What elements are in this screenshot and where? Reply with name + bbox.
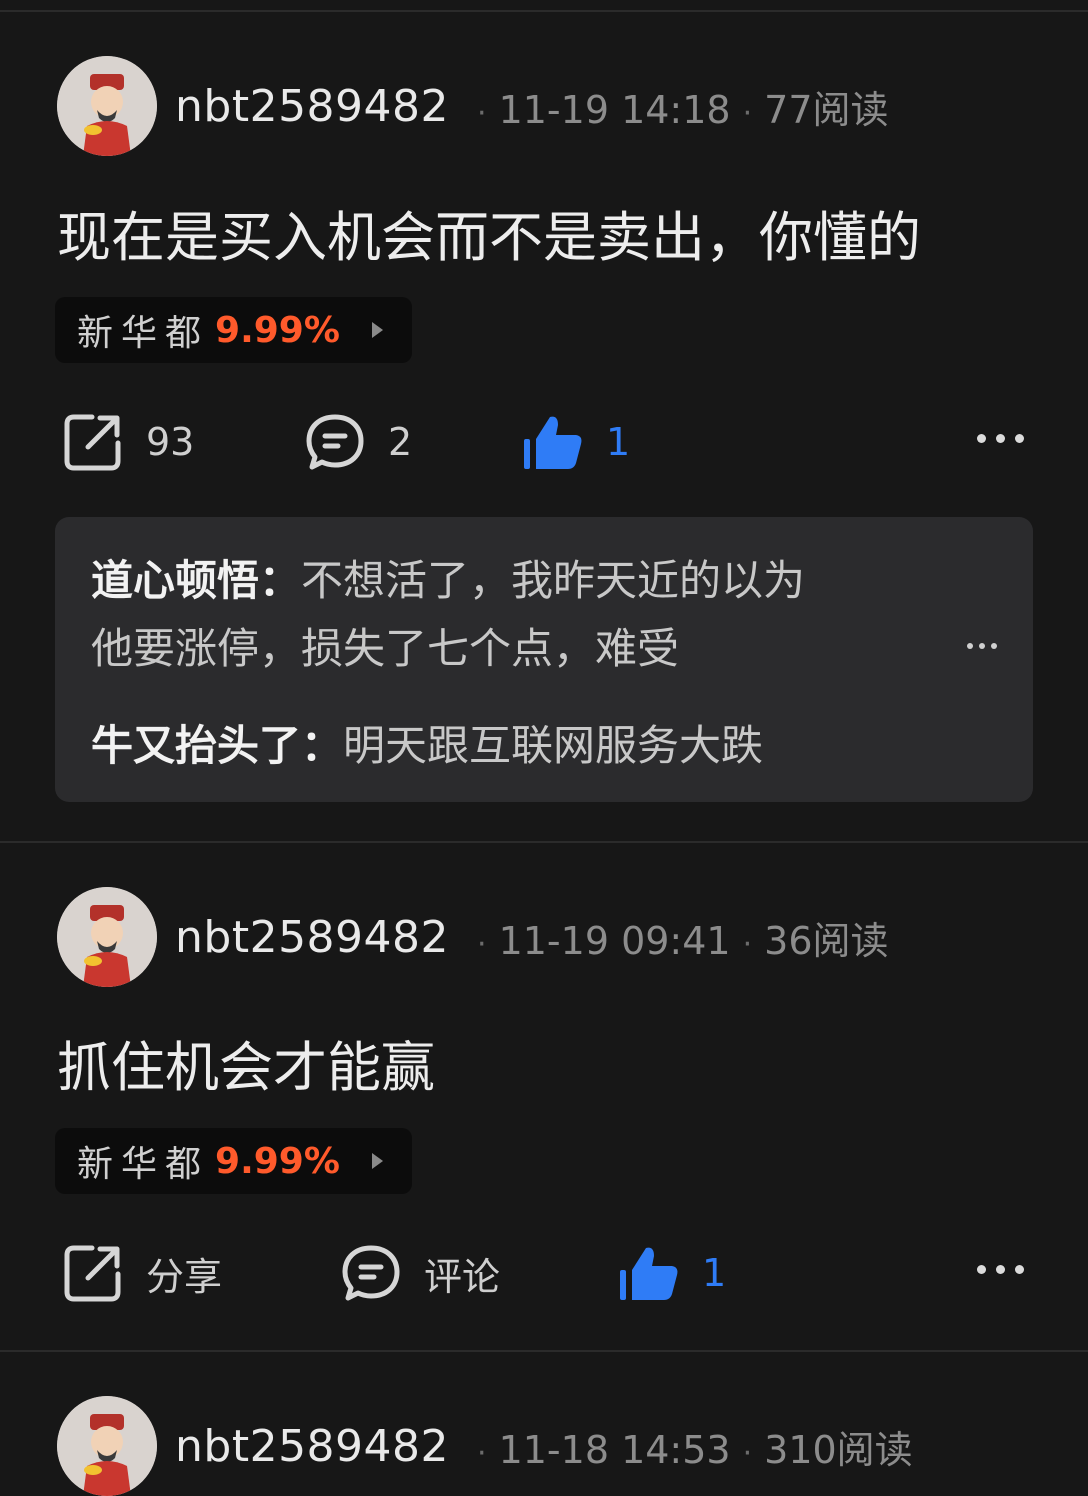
like-button[interactable]: 1 bbox=[618, 1233, 726, 1313]
comment-line: 牛又抬头了：明天跟互联网服务大跌 bbox=[91, 712, 763, 773]
comment-text: 明天跟互联网服务大跌 bbox=[343, 721, 764, 770]
post-header: nbt2589482 · 11-18 14:53 · 310阅读 bbox=[57, 1396, 913, 1496]
post-meta: · 11-19 14:18 · 77阅读 bbox=[477, 87, 889, 132]
stock-tag[interactable]: 新华都 9.99% bbox=[55, 297, 412, 363]
more-icon[interactable] bbox=[977, 1265, 1024, 1274]
post-time: 11-18 14:53 bbox=[498, 1427, 731, 1472]
comment-icon bbox=[342, 1245, 400, 1301]
author-name[interactable]: nbt2589482 bbox=[175, 81, 449, 132]
read-count: 77阅读 bbox=[764, 87, 889, 132]
comment-preview[interactable]: 道心顿悟：不想活了，我昨天近的以为 他要涨停，损失了七个点，难受 牛又抬头了：明… bbox=[55, 517, 1033, 802]
avatar[interactable] bbox=[57, 1396, 157, 1496]
stock-tag[interactable]: 新华都 9.99% bbox=[55, 1128, 412, 1194]
post-content[interactable]: 抓住机会才能赢 bbox=[57, 1023, 435, 1102]
like-count: 1 bbox=[702, 1251, 727, 1295]
post-meta: · 11-19 09:41 · 36阅读 bbox=[477, 918, 889, 963]
share-count: 93 bbox=[146, 420, 195, 464]
post-header: nbt2589482 · 11-19 14:18 · 77阅读 bbox=[57, 56, 889, 156]
share-icon bbox=[64, 1245, 121, 1302]
more-icon[interactable] bbox=[977, 434, 1024, 443]
post-meta: · 11-18 14:53 · 310阅读 bbox=[477, 1427, 913, 1472]
caishen-avatar-icon bbox=[57, 887, 157, 987]
comment-label: 评论 bbox=[424, 1254, 501, 1299]
post-header: nbt2589482 · 11-19 09:41 · 36阅读 bbox=[57, 887, 889, 987]
like-button[interactable]: 1 bbox=[522, 402, 630, 482]
comment-count: 2 bbox=[388, 420, 413, 464]
post-time: 11-19 09:41 bbox=[498, 918, 731, 963]
caishen-avatar-icon bbox=[57, 1396, 157, 1496]
stock-name: 新华都 bbox=[77, 313, 210, 354]
action-bar: 93 2 1 bbox=[0, 402, 1088, 482]
share-button[interactable]: 93 bbox=[62, 402, 194, 482]
comment-text: 他要涨停，损失了七个点，难受 bbox=[91, 624, 680, 673]
post-content[interactable]: 现在是买入机会而不是卖出，你懂的 bbox=[57, 193, 921, 272]
share-label: 分享 bbox=[146, 1254, 223, 1299]
comment-icon bbox=[306, 414, 364, 470]
avatar[interactable] bbox=[57, 56, 157, 156]
stock-change: 9.99% bbox=[215, 309, 340, 351]
chevron-right-icon bbox=[371, 1153, 383, 1169]
expand-icon[interactable] bbox=[967, 643, 997, 649]
comment-line: 道心顿悟：不想活了，我昨天近的以为 bbox=[91, 547, 805, 608]
comment-button[interactable]: 评论 bbox=[340, 1233, 500, 1313]
stock-change: 9.99% bbox=[215, 1140, 340, 1182]
post-card[interactable]: nbt2589482 · 11-19 14:18 · 77阅读 现在是买入机会而不是卖… bbox=[0, 0, 1088, 842]
share-icon bbox=[64, 414, 121, 471]
commenter-name[interactable]: 道心顿悟： bbox=[91, 556, 301, 605]
thumbs-up-icon bbox=[620, 1247, 678, 1300]
action-bar: 分享 评论 1 bbox=[0, 1233, 1088, 1313]
read-count: 310阅读 bbox=[764, 1427, 913, 1472]
comment-button[interactable]: 2 bbox=[304, 402, 412, 482]
comment-line: 他要涨停，损失了七个点，难受 bbox=[91, 615, 679, 676]
chevron-right-icon bbox=[371, 322, 383, 338]
read-count: 36阅读 bbox=[764, 918, 889, 963]
caishen-avatar-icon bbox=[57, 56, 157, 156]
thumbs-up-icon bbox=[524, 416, 582, 469]
post-card[interactable]: nbt2589482 · 11-18 14:53 · 310阅读 bbox=[0, 1352, 1088, 1496]
author-name[interactable]: nbt2589482 bbox=[175, 1421, 449, 1472]
author-name[interactable]: nbt2589482 bbox=[175, 912, 449, 963]
stock-name: 新华都 bbox=[77, 1144, 210, 1185]
comment-text: 不想活了，我昨天近的以为 bbox=[301, 556, 806, 605]
commenter-name[interactable]: 牛又抬头了： bbox=[91, 721, 343, 770]
post-time: 11-19 14:18 bbox=[498, 87, 731, 132]
like-count: 1 bbox=[606, 420, 631, 464]
avatar[interactable] bbox=[57, 887, 157, 987]
share-button[interactable]: 分享 bbox=[62, 1233, 222, 1313]
post-card[interactable]: nbt2589482 · 11-19 09:41 · 36阅读 抓住机会才能赢 新华都… bbox=[0, 843, 1088, 1350]
